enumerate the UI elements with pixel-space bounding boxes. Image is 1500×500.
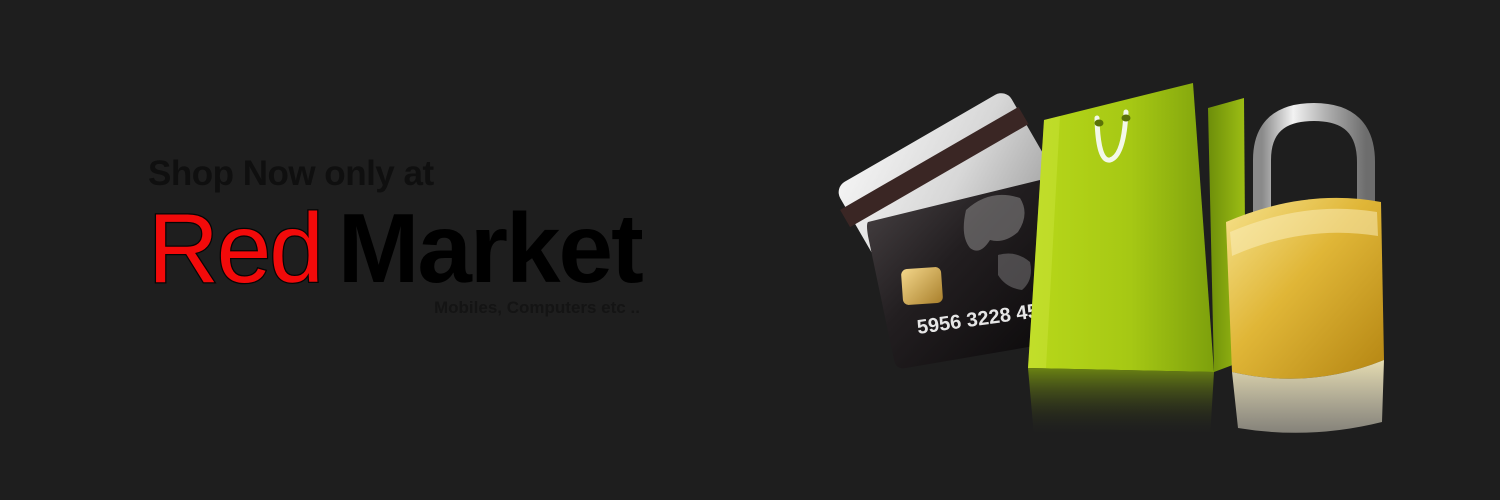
shopping-bag-icon [1028,83,1246,438]
shopping-illustration: 5956 3228 45 [838,83,1384,438]
promo-banner: Shop Now only at Red Market Mobiles, Comp… [0,0,1500,500]
padlock-icon [1226,102,1384,433]
